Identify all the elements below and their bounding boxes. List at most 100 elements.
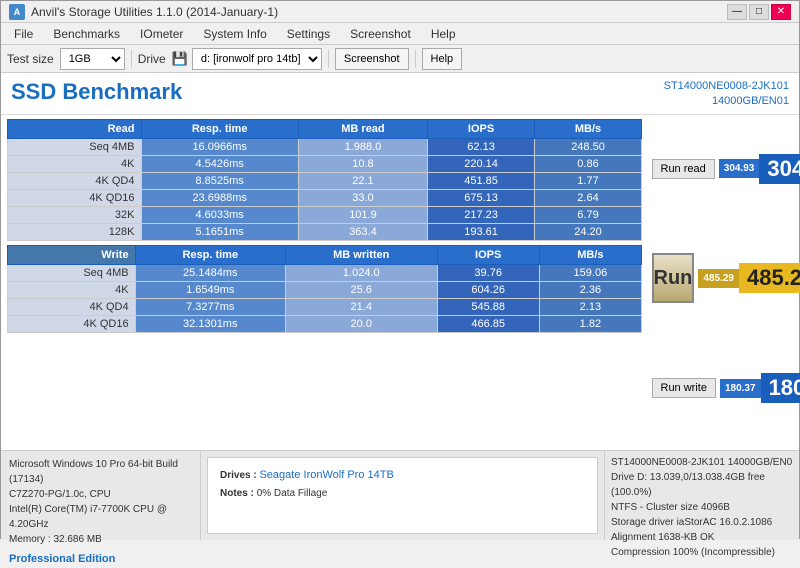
read-table-row: 4K QD1623.6988ms33.0675.132.64 xyxy=(8,189,642,206)
main-content: SSD Benchmark ST14000NE0008-2JK101 14000… xyxy=(1,73,799,540)
menu-benchmarks[interactable]: Benchmarks xyxy=(44,24,129,44)
read-cell-2: 363.4 xyxy=(298,223,427,240)
write-cell-1: 1.6549ms xyxy=(135,281,285,298)
total-score-large: 485.29 xyxy=(739,263,800,293)
read-cell-0: 4K QD16 xyxy=(8,189,142,206)
write-table-row: 4K QD1632.1301ms20.0466.851.82 xyxy=(8,315,642,332)
write-table-row: 4K QD47.3277ms21.4545.882.13 xyxy=(8,298,642,315)
read-score-panel: Run read 304.93 304.93 xyxy=(652,154,790,188)
read-cell-0: 4K QD4 xyxy=(8,172,142,189)
menu-screenshot[interactable]: Screenshot xyxy=(341,24,420,44)
run-button[interactable]: Run xyxy=(652,253,695,303)
close-button[interactable]: ✕ xyxy=(771,4,791,20)
write-cell-2: 25.6 xyxy=(285,281,437,298)
read-cell-1: 4.5426ms xyxy=(141,155,298,172)
drives-info: Drives : Seagate IronWolf Pro 14TB xyxy=(220,466,585,485)
notes-value: 0% Data Fillage xyxy=(257,488,328,499)
menu-iometer[interactable]: IOmeter xyxy=(131,24,192,44)
drive-info: ST14000NE0008-2JK101 14000GB/EN01 xyxy=(664,79,789,110)
cpu-info: Intel(R) Core(TM) i7-7700K CPU @ 4.20GHz xyxy=(9,502,192,532)
write-cell-2: 21.4 xyxy=(285,298,437,315)
notes-info: Notes : 0% Data Fillage xyxy=(220,485,585,502)
read-cell-1: 8.8525ms xyxy=(141,172,298,189)
read-cell-2: 22.1 xyxy=(298,172,427,189)
read-score-box: 304.93 304.93 xyxy=(719,154,800,184)
compression: Compression 100% (Incompressible) xyxy=(611,545,793,560)
read-cell-4: 1.77 xyxy=(535,172,642,189)
mb-written-header: MB written xyxy=(285,245,437,264)
read-cell-2: 33.0 xyxy=(298,189,427,206)
menu-system-info[interactable]: System Info xyxy=(194,24,275,44)
write-score-small: 180.37 xyxy=(720,379,761,398)
read-cell-2: 10.8 xyxy=(298,155,427,172)
window-controls[interactable]: — □ ✕ xyxy=(727,4,791,20)
pro-edition: Professional Edition xyxy=(9,551,192,568)
read-score-row: Run read 304.93 304.93 xyxy=(652,154,790,184)
write-cell-1: 7.3277ms xyxy=(135,298,285,315)
read-cell-4: 6.79 xyxy=(535,206,642,223)
iops-read-header: IOPS xyxy=(428,119,535,138)
write-cell-3: 545.88 xyxy=(437,298,539,315)
read-cell-4: 0.86 xyxy=(535,155,642,172)
drives-label: Drives : xyxy=(220,470,257,481)
cpu-model: C7Z270-PG/1.0c, CPU xyxy=(9,487,192,502)
mbs-write-header: MB/s xyxy=(539,245,641,264)
write-cell-0: 4K QD4 xyxy=(8,298,136,315)
alignment: Alignment 1638-KB OK xyxy=(611,530,793,545)
drive-line2: 14000GB/EN01 xyxy=(664,94,789,109)
minimize-button[interactable]: — xyxy=(727,4,747,20)
read-cell-4: 24.20 xyxy=(535,223,642,240)
read-cell-1: 23.6988ms xyxy=(141,189,298,206)
write-cell-1: 25.1484ms xyxy=(135,264,285,281)
run-write-button[interactable]: Run write xyxy=(652,378,716,398)
menu-settings[interactable]: Settings xyxy=(278,24,339,44)
toolbar-separator-2 xyxy=(328,50,329,68)
test-size-select[interactable]: 1GB 100MB 4GB xyxy=(60,48,125,70)
notes-label: Notes : xyxy=(220,488,254,499)
write-cell-3: 39.76 xyxy=(437,264,539,281)
write-table-row: 4K1.6549ms25.6604.262.36 xyxy=(8,281,642,298)
menu-file[interactable]: File xyxy=(5,24,42,44)
bottom-left: Microsoft Windows 10 Pro 64-bit Build (1… xyxy=(1,451,201,540)
total-score-panel: Run 485.29 485.29 xyxy=(652,253,790,307)
screenshot-button[interactable]: Screenshot xyxy=(335,48,409,70)
write-cell-3: 466.85 xyxy=(437,315,539,332)
drive-id: ST14000NE0008-2JK101 14000GB/EN0 xyxy=(611,455,793,470)
resp-time-write-header: Resp. time xyxy=(135,245,285,264)
write-score-large: 180.37 xyxy=(761,373,800,403)
iops-write-header: IOPS xyxy=(437,245,539,264)
maximize-button[interactable]: □ xyxy=(749,4,769,20)
write-table-row: Seq 4MB25.1484ms1.024.039.76159.06 xyxy=(8,264,642,281)
storage-driver: Storage driver iaStorAC 16.0.2.1086 xyxy=(611,515,793,530)
run-read-button[interactable]: Run read xyxy=(652,159,715,179)
write-cell-4: 2.13 xyxy=(539,298,641,315)
read-cell-3: 217.23 xyxy=(428,206,535,223)
read-table-row: Seq 4MB16.0966ms1.988.062.13248.50 xyxy=(8,138,642,155)
app-icon: A xyxy=(9,4,25,20)
read-score-large: 304.93 xyxy=(759,154,800,184)
read-cell-3: 193.61 xyxy=(428,223,535,240)
bottom-right: ST14000NE0008-2JK101 14000GB/EN0 Drive D… xyxy=(604,451,799,540)
write-cell-0: 4K QD16 xyxy=(8,315,136,332)
menu-help[interactable]: Help xyxy=(422,24,465,44)
drive-select[interactable]: d: [ironwolf pro 14tb] xyxy=(192,48,322,70)
write-header: Write xyxy=(8,245,136,264)
read-header: Read xyxy=(8,119,142,138)
mbs-read-header: MB/s xyxy=(535,119,642,138)
test-size-label: Test size xyxy=(7,52,54,66)
help-button[interactable]: Help xyxy=(422,48,463,70)
score-panels: Run read 304.93 304.93 Run 485.29 485.29 xyxy=(648,119,793,446)
write-score-box: 180.37 180.37 xyxy=(720,373,800,403)
read-cell-0: 128K xyxy=(8,223,142,240)
toolbar-separator-1 xyxy=(131,50,132,68)
write-cell-0: Seq 4MB xyxy=(8,264,136,281)
read-table-row: 128K5.1651ms363.4193.6124.20 xyxy=(8,223,642,240)
read-cell-3: 451.85 xyxy=(428,172,535,189)
drives-value: Seagate IronWolf Pro 14TB xyxy=(259,469,393,481)
resp-time-header: Resp. time xyxy=(141,119,298,138)
write-cell-4: 2.36 xyxy=(539,281,641,298)
bottom-bar: Microsoft Windows 10 Pro 64-bit Build (1… xyxy=(1,450,799,540)
read-table-row: 4K4.5426ms10.8220.140.86 xyxy=(8,155,642,172)
benchmark-area: Read Resp. time MB read IOPS MB/s Seq 4M… xyxy=(1,115,799,450)
total-score-box: 485.29 485.29 xyxy=(698,263,800,293)
